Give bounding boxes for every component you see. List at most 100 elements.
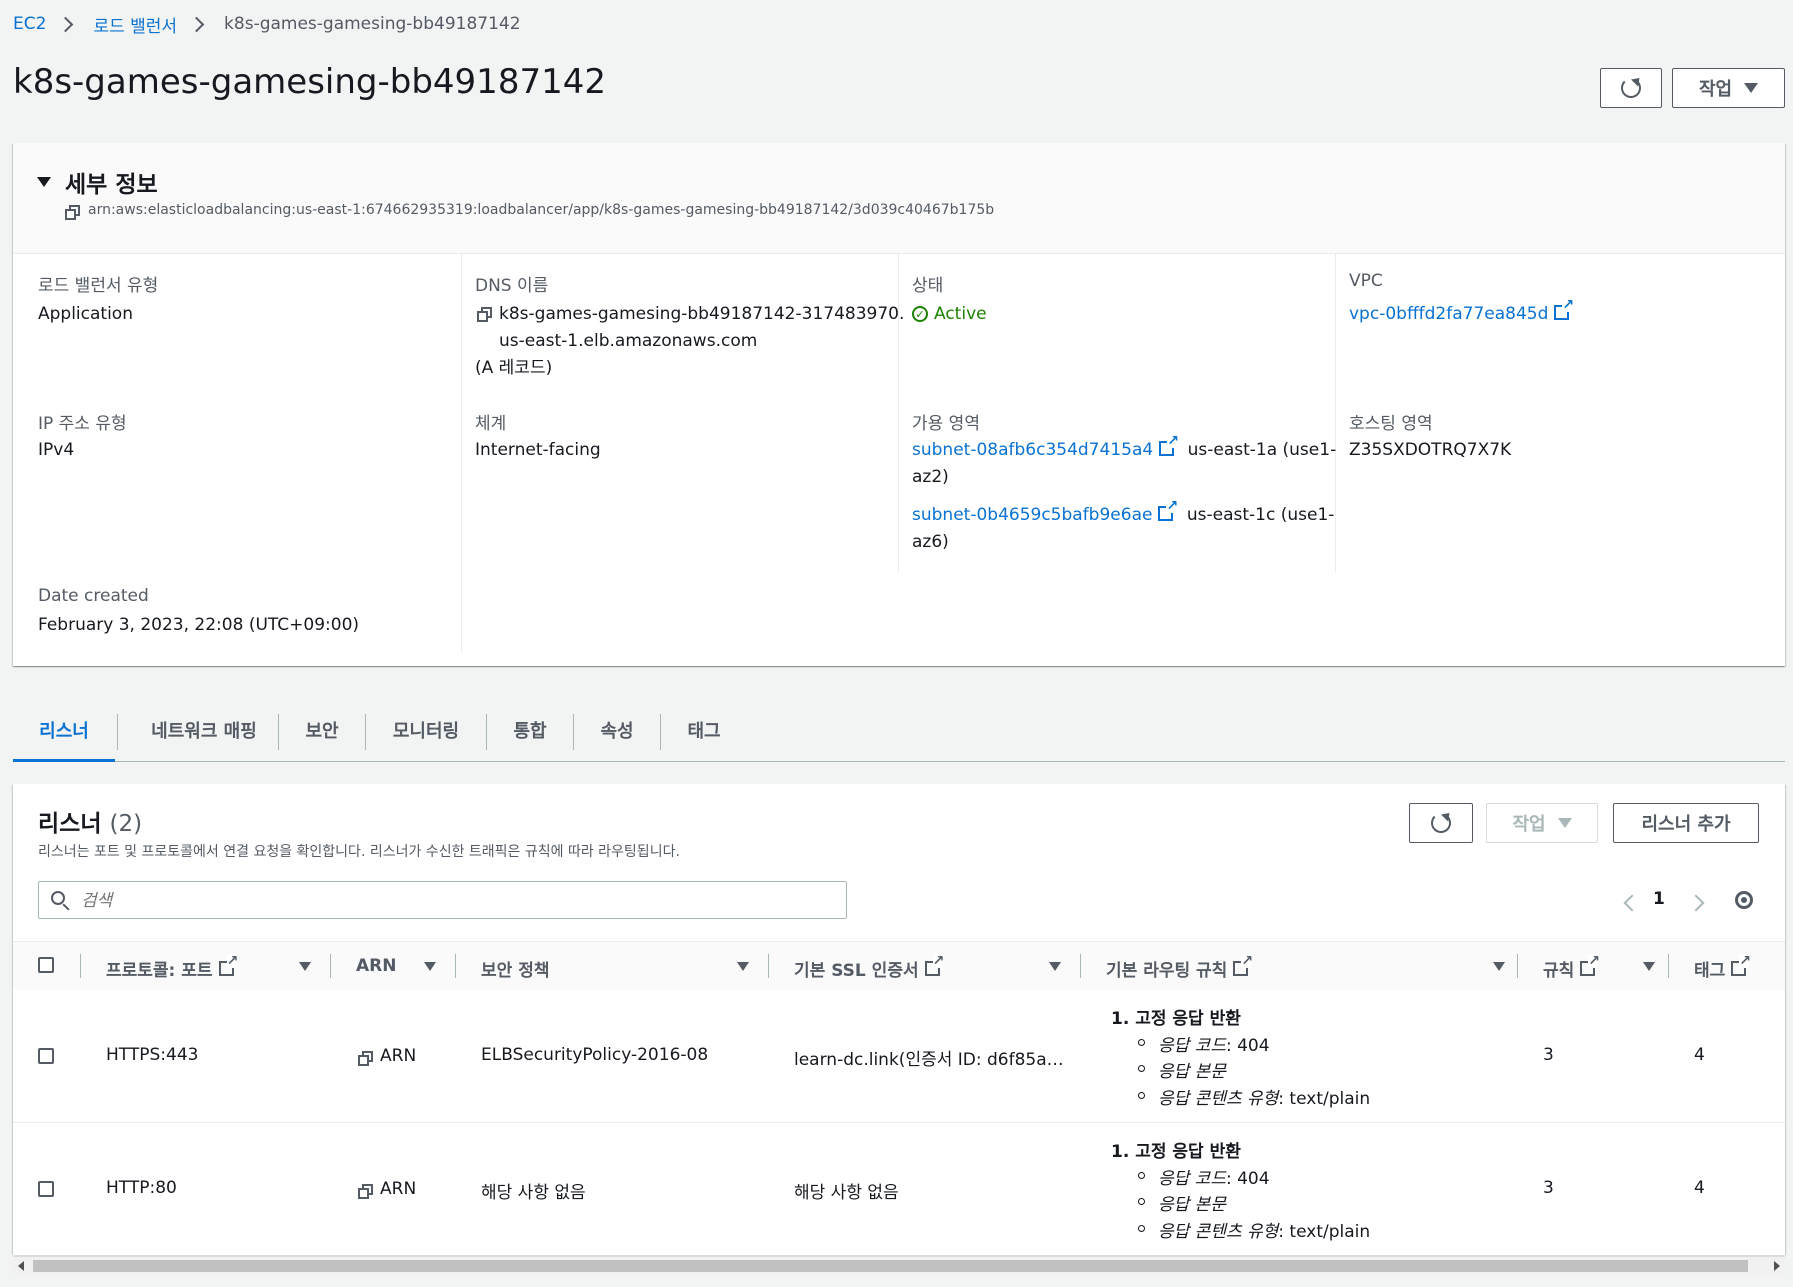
caret-down-icon[interactable]: [37, 177, 51, 187]
ssl-cert: 해당 사항 없음: [794, 1183, 899, 1203]
protocol-port-link[interactable]: HTTPS:443: [106, 1045, 198, 1065]
gear-icon[interactable]: [1735, 891, 1753, 909]
rule-value: : 404: [1225, 1169, 1270, 1189]
ip-type-value: IPv4: [38, 440, 75, 460]
status-badge: ✓ Active: [912, 304, 987, 324]
actions-button-label: 작업: [1698, 79, 1733, 100]
column-divider: [768, 954, 769, 978]
status-label: 상태: [912, 276, 944, 296]
protocol-port-link[interactable]: HTTP:80: [106, 1178, 177, 1198]
row-checkbox[interactable]: [38, 1048, 54, 1064]
search-input[interactable]: [79, 887, 823, 915]
chevron-right-icon: [58, 16, 74, 32]
az-zone: us-east-1c (use1-: [1186, 505, 1335, 525]
tab-security[interactable]: 보안: [279, 700, 365, 760]
col-default-routing-label: 기본 라우팅 규칙: [1106, 961, 1228, 981]
tab-listeners[interactable]: 리스너: [13, 700, 115, 762]
ssl-cert-link[interactable]: learn-dc.link(인증서 ID: d6f85a…: [794, 1045, 1064, 1070]
external-link-icon[interactable]: [1554, 298, 1573, 320]
rules-count-link[interactable]: 3: [1543, 1178, 1554, 1198]
tab-network-mapping[interactable]: 네트워크 매핑: [118, 700, 290, 760]
select-all-checkbox[interactable]: [38, 957, 54, 973]
security-policy: 해당 사항 없음: [481, 1183, 586, 1203]
sort-icon[interactable]: [1643, 962, 1655, 971]
external-link-icon[interactable]: [1159, 434, 1178, 456]
column-divider: [1080, 954, 1081, 978]
col-protocol-port[interactable]: 프로토콜: 포트: [106, 954, 237, 981]
scroll-right-icon[interactable]: [1774, 1261, 1780, 1271]
vpc-link[interactable]: vpc-0bfffd2fa77ea845d: [1349, 304, 1548, 324]
search-input-wrapper[interactable]: [38, 881, 847, 919]
listeners-refresh-button[interactable]: [1409, 803, 1473, 843]
pagination-page[interactable]: 1: [1653, 889, 1665, 909]
col-default-ssl[interactable]: 기본 SSL 인증서: [794, 954, 943, 981]
rules-count-link[interactable]: 3: [1543, 1045, 1554, 1065]
copy-icon[interactable]: [358, 1184, 374, 1200]
sort-icon[interactable]: [424, 962, 436, 971]
table-row[interactable]: HTTPS:443 ARN ELBSecurityPolicy-2016-08 …: [13, 990, 1785, 1122]
column-divider: [455, 954, 456, 978]
column-divider: [1335, 253, 1336, 573]
rule-item: 응답 본문: [1138, 1057, 1226, 1082]
sort-icon[interactable]: [1049, 962, 1061, 971]
az-item: subnet-08afb6c354d7415a4 us-east-1a (use…: [912, 434, 1336, 464]
external-link-icon: [218, 954, 237, 976]
sort-icon[interactable]: [299, 962, 311, 971]
dns-label: DNS 이름: [475, 276, 549, 296]
date-created-value: February 3, 2023, 22:08 (UTC+09:00): [38, 615, 360, 635]
chevron-right-icon[interactable]: [1687, 894, 1705, 912]
breadcrumb-load-balancers[interactable]: 로드 밸런서: [93, 12, 177, 37]
bullet-icon: [1138, 1039, 1145, 1046]
rule-item: 응답 코드: 404: [1138, 1031, 1270, 1056]
row-checkbox[interactable]: [38, 1181, 54, 1197]
rule-key: 응답 코드: [1158, 1169, 1226, 1189]
copy-icon[interactable]: [358, 1051, 374, 1067]
col-arn[interactable]: ARN: [356, 956, 396, 976]
details-header[interactable]: 세부 정보 arn:aws:elasticloadbalancing:us-ea…: [13, 143, 1785, 254]
column-divider: [330, 954, 331, 978]
rule-item: 응답 콘텐츠 유형: text/plain: [1138, 1217, 1370, 1242]
security-policy: ELBSecurityPolicy-2016-08: [481, 1045, 709, 1065]
scroll-left-icon[interactable]: [18, 1261, 24, 1271]
col-tags-label: 태그: [1694, 961, 1726, 981]
scheme-label: 체계: [475, 414, 507, 434]
rule-value: : 404: [1225, 1036, 1270, 1056]
copy-icon[interactable]: [477, 307, 493, 323]
listeners-title-text: 리스너: [38, 811, 102, 837]
tags-count-link[interactable]: 4: [1694, 1178, 1705, 1198]
tags-count-link[interactable]: 4: [1694, 1045, 1705, 1065]
tab-bar: 리스너 네트워크 매핑 보안 모니터링 통합 속성 태그: [13, 700, 1785, 762]
tab-attributes[interactable]: 속성: [574, 700, 660, 760]
copy-icon[interactable]: [65, 205, 81, 221]
arn-value: ARN: [380, 1046, 417, 1066]
col-default-routing[interactable]: 기본 라우팅 규칙: [1106, 954, 1252, 981]
tab-integrations[interactable]: 통합: [487, 700, 573, 760]
column-divider: [461, 253, 462, 653]
add-listener-button[interactable]: 리스너 추가: [1613, 803, 1759, 843]
az-item: subnet-0b4659c5bafb9e6ae us-east-1c (use…: [912, 499, 1335, 529]
bullet-icon: [1138, 1092, 1145, 1099]
horizontal-scrollbar[interactable]: [13, 1256, 1785, 1275]
col-rules[interactable]: 규칙: [1543, 954, 1599, 981]
table-row[interactable]: HTTP:80 ARN 해당 사항 없음 해당 사항 없음 1. 고정 응답 반…: [13, 1123, 1785, 1255]
scrollbar-thumb[interactable]: [33, 1260, 1748, 1272]
sort-icon[interactable]: [737, 962, 749, 971]
tab-tags[interactable]: 태그: [661, 700, 747, 760]
details-arn: arn:aws:elasticloadbalancing:us-east-1:6…: [88, 202, 995, 218]
actions-button[interactable]: 작업: [1672, 68, 1785, 108]
breadcrumb-ec2[interactable]: EC2: [13, 14, 46, 34]
external-link-icon[interactable]: [1158, 499, 1177, 521]
col-security-policy[interactable]: 보안 정책: [481, 956, 549, 981]
listeners-actions-button[interactable]: 작업: [1486, 803, 1598, 843]
tab-monitoring[interactable]: 모니터링: [366, 700, 486, 760]
sort-icon[interactable]: [1493, 962, 1505, 971]
bullet-icon: [1138, 1172, 1145, 1179]
subnet-link[interactable]: subnet-08afb6c354d7415a4: [912, 440, 1153, 460]
chevron-left-icon[interactable]: [1623, 894, 1641, 912]
col-tags[interactable]: 태그: [1694, 954, 1750, 981]
vpc-value: vpc-0bfffd2fa77ea845d: [1349, 298, 1573, 328]
subnet-link[interactable]: subnet-0b4659c5bafb9e6ae: [912, 505, 1152, 525]
rule-value: : text/plain: [1278, 1089, 1371, 1109]
refresh-button[interactable]: [1600, 68, 1662, 108]
listeners-description: 리스너는 포트 및 프로토콜에서 연결 요청을 확인합니다. 리스너가 수신한 …: [38, 844, 680, 860]
